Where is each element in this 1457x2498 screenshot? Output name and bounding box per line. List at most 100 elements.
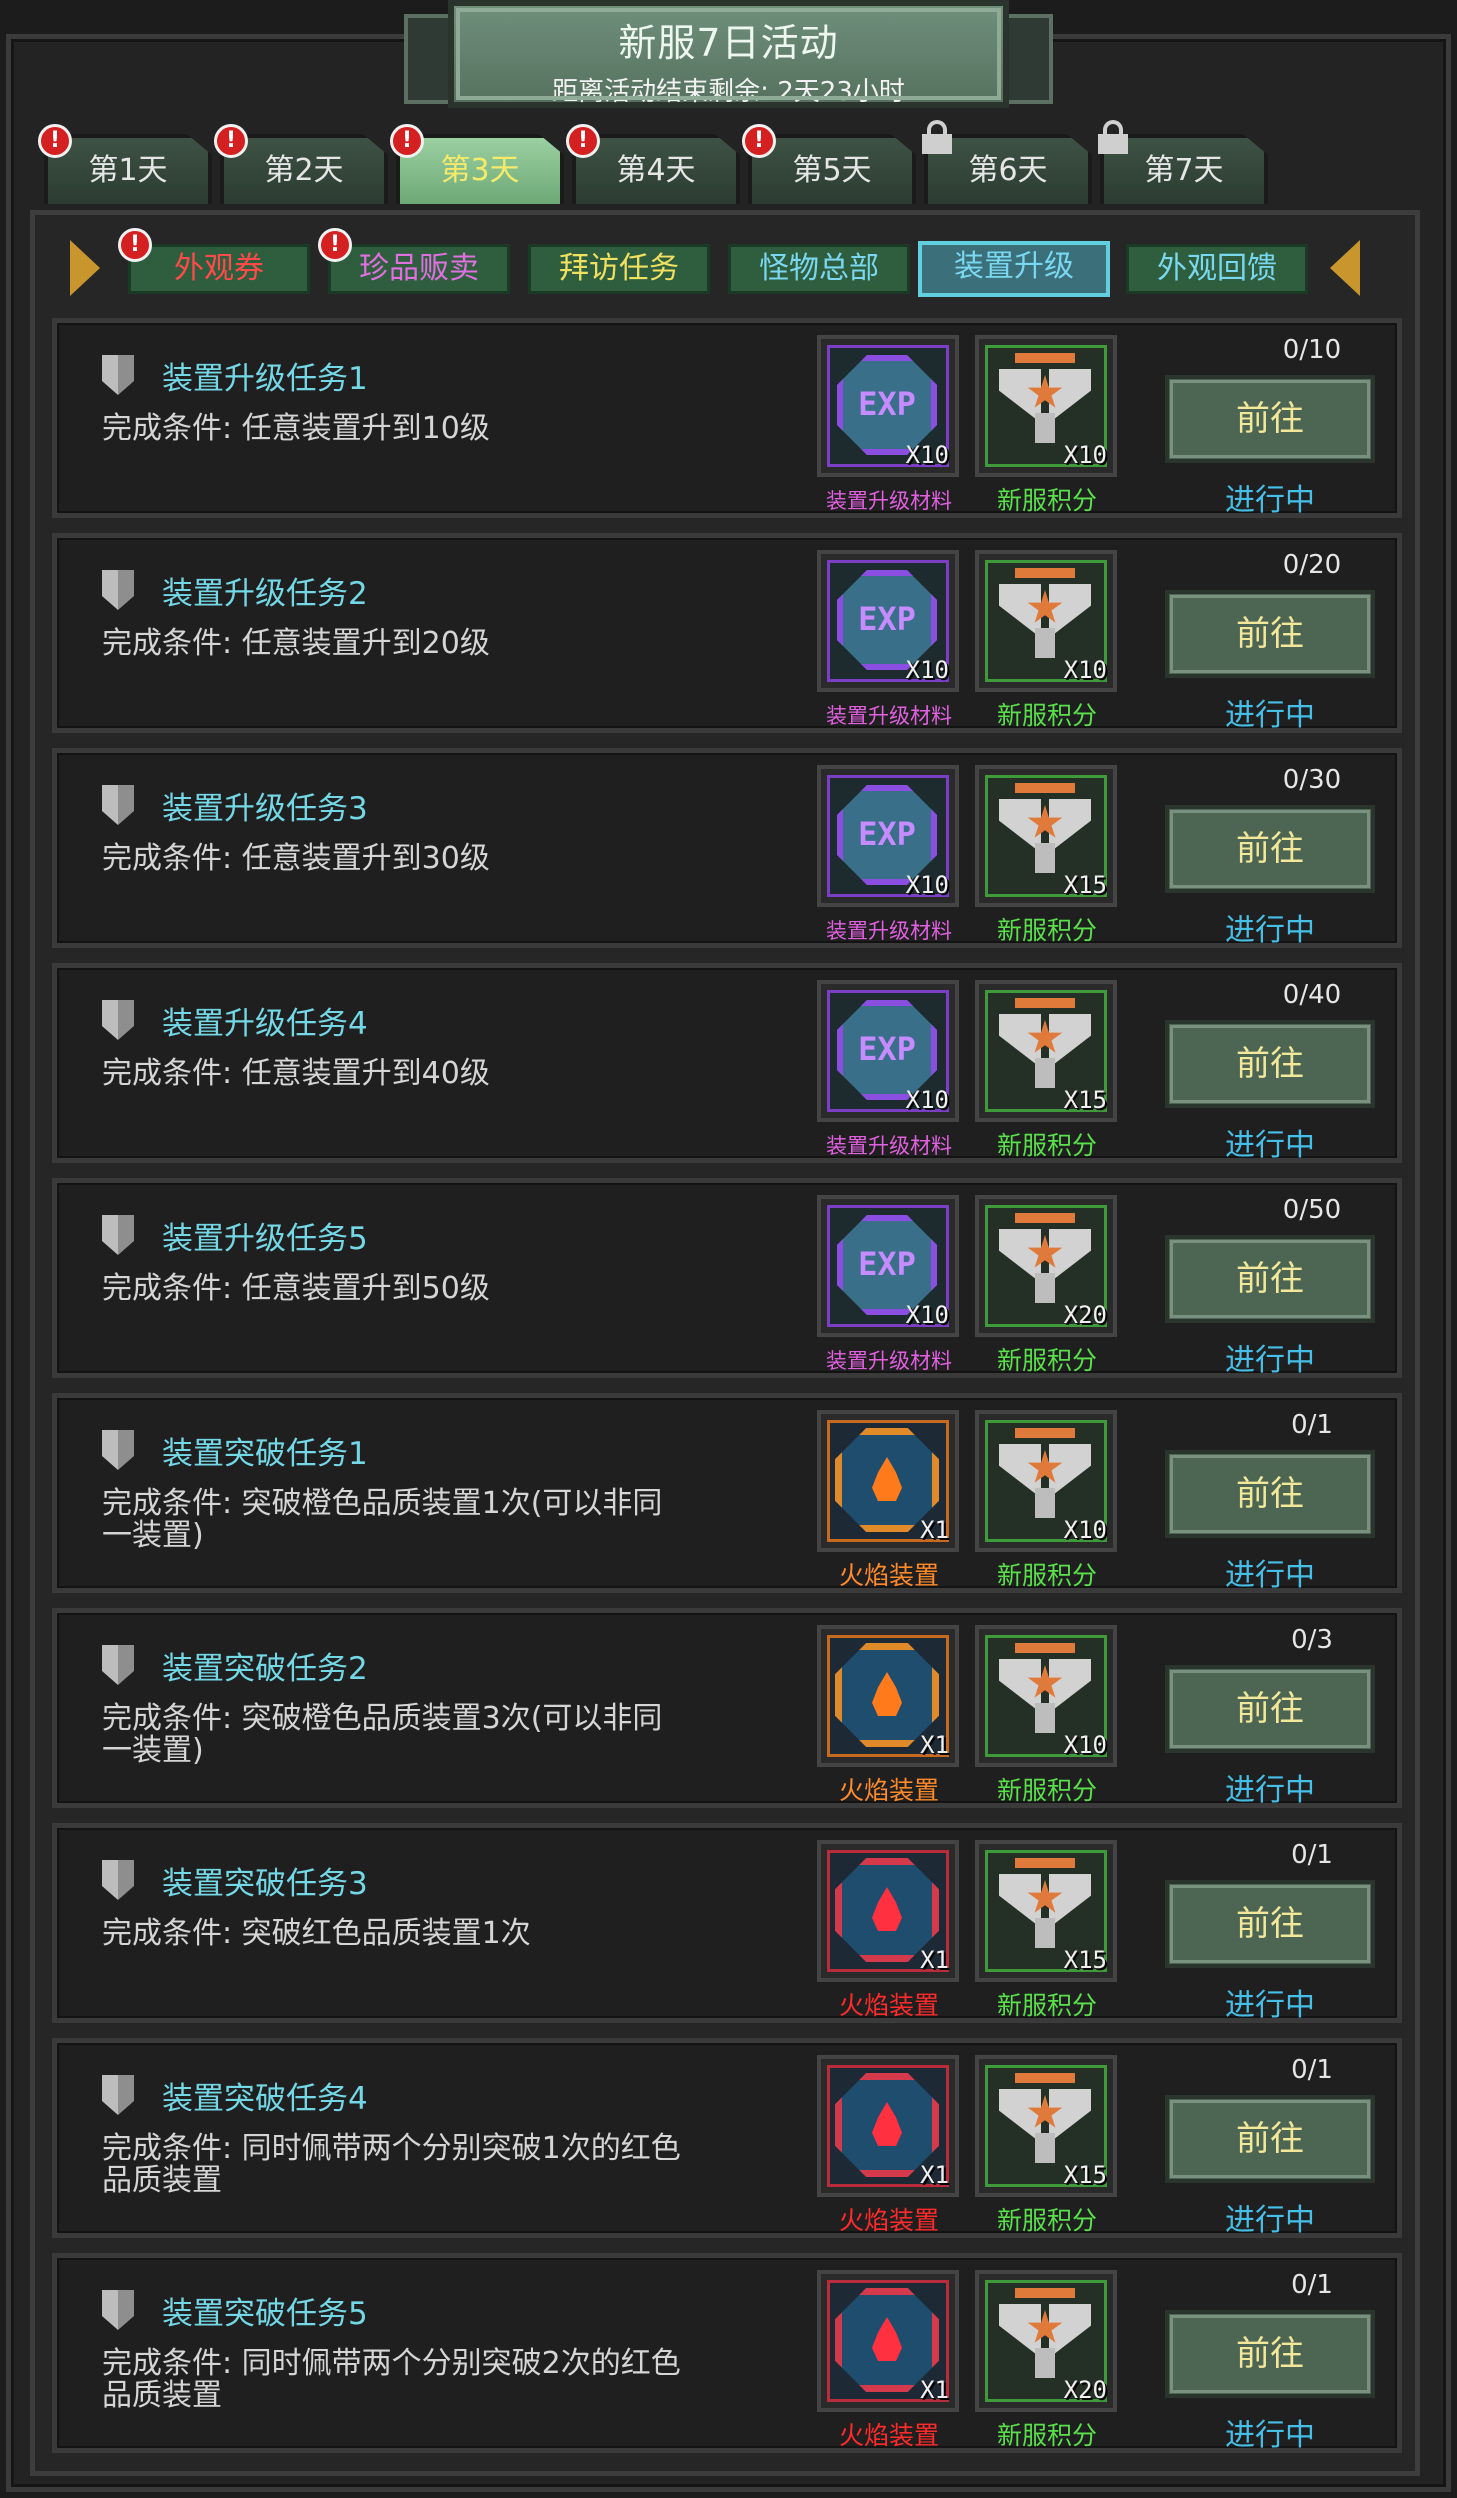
go-button[interactable]: 前往 [1165, 1235, 1375, 1323]
task-row: 装置突破任务1 完成条件: 突破橙色品质装置1次(可以非同一装置) X1 火焰装置 X1… [52, 1393, 1402, 1593]
category-tab-6[interactable]: 外观回馈 [1126, 244, 1308, 294]
lock-icon [1098, 120, 1128, 154]
alert-badge-icon: ! [38, 124, 72, 158]
alert-badge-icon: ! [214, 124, 248, 158]
category-tab-3[interactable]: 拜访任务 [528, 244, 710, 294]
day-tab-bar: 第1天! 第2天! 第3天! 第4天! 第5天! 第6天 第7天 [38, 120, 1284, 204]
go-button[interactable]: 前往 [1165, 805, 1375, 893]
exp-icon: EXP [837, 1000, 937, 1100]
go-button[interactable]: 前往 [1165, 375, 1375, 463]
shield-icon [102, 355, 134, 395]
alert-badge-icon: ! [318, 228, 352, 262]
task-row: 装置升级任务4 完成条件: 任意装置升到40级 EXP X10 装置升级材料 X15 新服积… [52, 963, 1402, 1163]
category-tab-label: 珍品贩卖 [359, 251, 479, 286]
reward-slot-1[interactable]: EXP X10 [817, 1195, 959, 1337]
reward-slot-1[interactable]: EXP X10 [817, 765, 959, 907]
eagle-points-icon [997, 783, 1093, 879]
task-row: 装置升级任务5 完成条件: 任意装置升到50级 EXP X10 装置升级材料 X20 新服积… [52, 1178, 1402, 1378]
category-tab-4[interactable]: 怪物总部 [728, 244, 910, 294]
task-status: 进行中 [1225, 1343, 1315, 1378]
day-tab-label: 第4天 [616, 153, 696, 188]
reward-slot-1[interactable]: X1 [817, 1840, 959, 1982]
reward-qty: X20 [1063, 1301, 1107, 1329]
task-progress: 0/50 [1282, 1195, 1342, 1225]
task-progress: 0/10 [1282, 335, 1342, 365]
reward-qty: X15 [1063, 2161, 1107, 2189]
category-tab-1[interactable]: 外观券 [128, 244, 310, 294]
reward-slot-2[interactable]: X10 [975, 550, 1117, 692]
reward-slot-2[interactable]: X15 [975, 765, 1117, 907]
task-title: 装置升级任务4 [162, 1006, 368, 1042]
shield-icon [102, 1645, 134, 1685]
shield-icon [102, 785, 134, 825]
reward-slot-1[interactable]: X1 [817, 2055, 959, 2197]
reward-slot-1[interactable]: X1 [817, 2270, 959, 2412]
task-progress: 0/1 [1291, 1840, 1333, 1870]
reward-slot-1[interactable]: EXP X10 [817, 550, 959, 692]
reward-slot-1[interactable]: EXP X10 [817, 335, 959, 477]
task-status: 进行中 [1225, 483, 1315, 518]
day-tab-label: 第2天 [264, 153, 344, 188]
reward-label: 装置升级材料 [826, 1134, 952, 1158]
reward-slot-2[interactable]: X10 [975, 1410, 1117, 1552]
task-row: 装置升级任务2 完成条件: 任意装置升到20级 EXP X10 装置升级材料 X10 新服积… [52, 533, 1402, 733]
eagle-points-icon [997, 1858, 1093, 1954]
go-button[interactable]: 前往 [1165, 2310, 1375, 2398]
task-progress: 0/1 [1291, 2270, 1333, 2300]
go-button[interactable]: 前往 [1165, 1880, 1375, 1968]
go-button[interactable]: 前往 [1165, 2095, 1375, 2183]
task-row: 装置突破任务2 完成条件: 突破橙色品质装置3次(可以非同一装置) X1 火焰装置 X1… [52, 1608, 1402, 1808]
reward-slot-2[interactable]: X15 [975, 2055, 1117, 2197]
category-tab-label: 外观回馈 [1157, 251, 1277, 286]
category-tab-label: 怪物总部 [759, 251, 879, 286]
reward-label: 新服积分 [996, 1346, 1097, 1375]
category-scroll-left-icon[interactable] [70, 240, 100, 296]
task-condition: 完成条件: 突破红色品质装置1次 [102, 1916, 531, 1951]
go-button[interactable]: 前往 [1165, 590, 1375, 678]
eagle-points-icon [997, 1428, 1093, 1524]
category-tab-5[interactable]: 装置升级 [918, 241, 1110, 297]
reward-label: 新服积分 [996, 916, 1097, 945]
reward-slot-1[interactable]: X1 [817, 1625, 959, 1767]
reward-label: 新服积分 [996, 2206, 1097, 2235]
reward-slot-2[interactable]: X15 [975, 1840, 1117, 1982]
task-row: 装置突破任务3 完成条件: 突破红色品质装置1次 X1 火焰装置 X15 新服积分 0/1 前… [52, 1823, 1402, 2023]
reward-label: 新服积分 [996, 701, 1097, 730]
reward-label: 新服积分 [996, 1776, 1097, 1805]
reward-qty: X1 [920, 1946, 949, 1974]
title-plate: 新服7日活动 距离活动结束剩余: 2天23小时 [448, 0, 1009, 108]
reward-slot-2[interactable]: X15 [975, 980, 1117, 1122]
go-button[interactable]: 前往 [1165, 1665, 1375, 1753]
task-row: 装置升级任务1 完成条件: 任意装置升到10级 EXP X10 装置升级材料 X10 新服积… [52, 318, 1402, 518]
reward-slot-2[interactable]: X10 [975, 1625, 1117, 1767]
reward-slot-2[interactable]: X20 [975, 2270, 1117, 2412]
task-status: 进行中 [1225, 698, 1315, 733]
go-button[interactable]: 前往 [1165, 1020, 1375, 1108]
category-scroll-right-icon[interactable] [1330, 240, 1360, 296]
task-title: 装置升级任务2 [162, 576, 368, 612]
category-tab-2[interactable]: 珍品贩卖 [328, 244, 510, 294]
reward-label: 装置升级材料 [826, 489, 952, 513]
task-status: 进行中 [1225, 1988, 1315, 2023]
go-button[interactable]: 前往 [1165, 1450, 1375, 1538]
reward-qty: X1 [920, 1516, 949, 1544]
countdown-text: 距离活动结束剩余: 2天23小时 [552, 77, 905, 107]
task-progress: 0/20 [1282, 550, 1342, 580]
task-progress: 0/1 [1291, 1410, 1333, 1440]
reward-label: 新服积分 [996, 1991, 1097, 2020]
reward-slot-2[interactable]: X10 [975, 335, 1117, 477]
reward-slot-1[interactable]: EXP X10 [817, 980, 959, 1122]
task-row: 装置突破任务4 完成条件: 同时佩带两个分别突破1次的红色品质装置 X1 火焰装置 X1… [52, 2038, 1402, 2238]
task-row: 装置升级任务3 完成条件: 任意装置升到30级 EXP X10 装置升级材料 X15 新服积… [52, 748, 1402, 948]
reward-slot-1[interactable]: X1 [817, 1410, 959, 1552]
task-status: 进行中 [1225, 1558, 1315, 1593]
alert-badge-icon: ! [566, 124, 600, 158]
reward-slot-2[interactable]: X20 [975, 1195, 1117, 1337]
page-title: 新服7日活动 [618, 21, 839, 65]
exp-icon: EXP [837, 1215, 937, 1315]
reward-label: 火焰装置 [838, 1561, 939, 1590]
task-status: 进行中 [1225, 1128, 1315, 1163]
task-status: 进行中 [1225, 2418, 1315, 2453]
reward-label: 火焰装置 [838, 2421, 939, 2450]
reward-qty: X1 [920, 2161, 949, 2189]
